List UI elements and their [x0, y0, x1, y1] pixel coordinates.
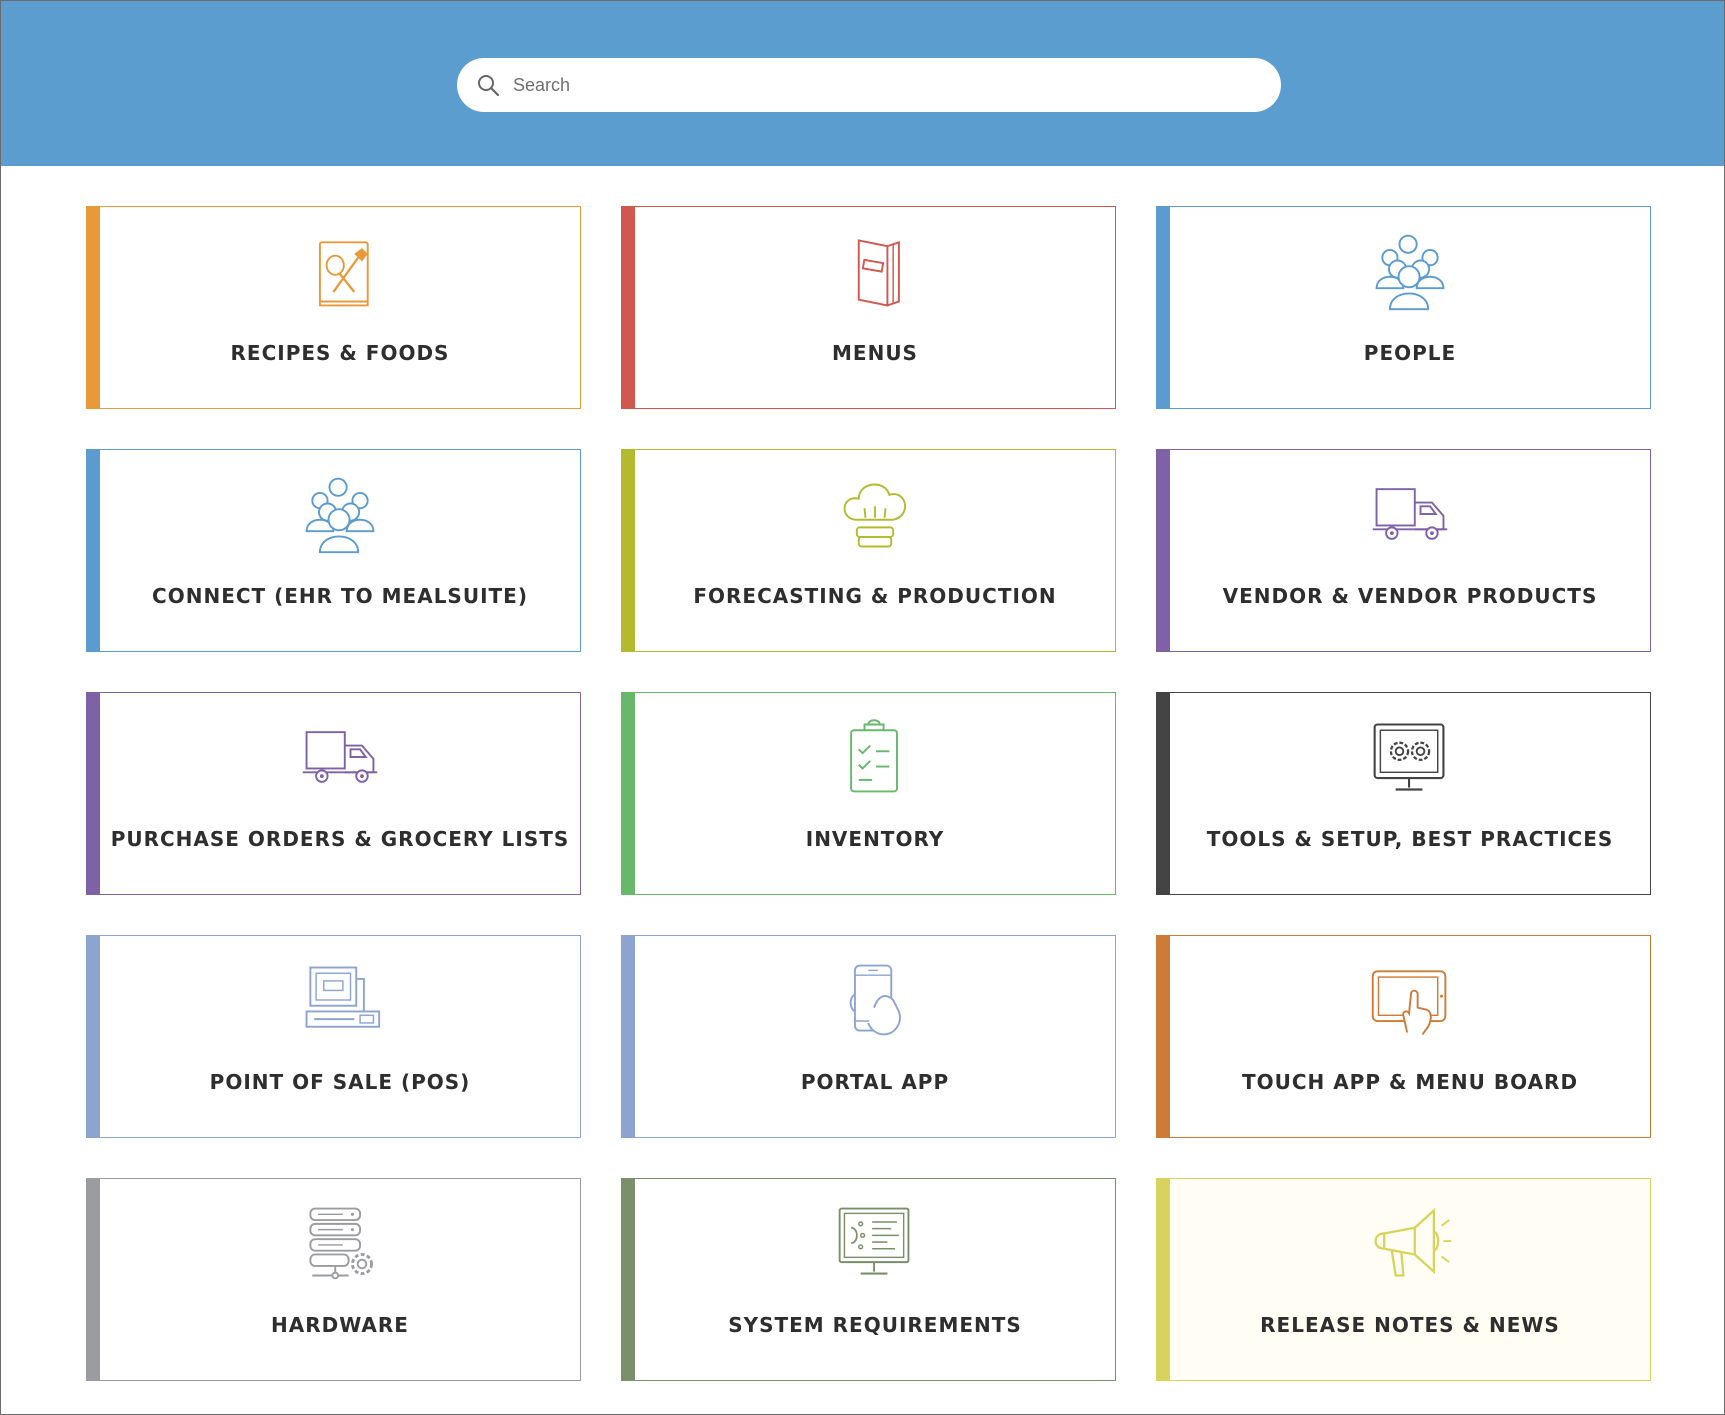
category-card-menus[interactable]: MENUS — [621, 206, 1116, 409]
search-bar[interactable] — [457, 58, 1281, 112]
monitor-code-icon — [635, 1203, 1115, 1283]
tablet-touch-icon — [1170, 960, 1650, 1040]
search-icon — [475, 72, 501, 98]
category-card-people[interactable]: PEOPLE — [1156, 206, 1651, 409]
chef-hat-icon — [635, 474, 1115, 554]
category-label: RECIPES & FOODS — [230, 341, 450, 365]
page: RECIPES & FOODS MENUS PEOPLE CONNECT (EH… — [0, 0, 1725, 1415]
category-card-portal-app[interactable]: PORTAL APP — [621, 935, 1116, 1138]
category-label: FORECASTING & PRODUCTION — [693, 584, 1057, 608]
category-label: TOOLS & SETUP, BEST PRACTICES — [1206, 827, 1614, 851]
category-label: TOUCH APP & MENU BOARD — [1241, 1070, 1579, 1094]
delivery-truck-icon — [1170, 474, 1650, 554]
people-group-icon — [1170, 231, 1650, 311]
category-label: CONNECT (EHR TO MEALSUITE) — [152, 584, 528, 608]
header-banner — [1, 1, 1724, 166]
category-card-system-requirements[interactable]: SYSTEM REQUIREMENTS — [621, 1178, 1116, 1381]
category-card-recipes-foods[interactable]: RECIPES & FOODS — [86, 206, 581, 409]
people-group-icon — [100, 474, 580, 554]
category-label: INVENTORY — [805, 827, 945, 851]
monitor-gears-icon — [1170, 717, 1650, 797]
category-label: MENUS — [832, 341, 918, 365]
delivery-truck-icon — [100, 717, 580, 797]
category-grid: RECIPES & FOODS MENUS PEOPLE CONNECT (EH… — [86, 206, 1651, 1381]
category-label: PURCHASE ORDERS & GROCERY LISTS — [110, 827, 570, 851]
recipe-book-icon — [100, 231, 580, 311]
menu-book-icon — [635, 231, 1115, 311]
category-card-point-of-sale-pos[interactable]: POINT OF SALE (POS) — [86, 935, 581, 1138]
category-card-forecasting-production[interactable]: FORECASTING & PRODUCTION — [621, 449, 1116, 652]
category-card-tools-setup-best-practices[interactable]: TOOLS & SETUP, BEST PRACTICES — [1156, 692, 1651, 895]
category-label: PEOPLE — [1363, 341, 1457, 365]
server-gear-icon — [100, 1203, 580, 1283]
megaphone-icon — [1170, 1203, 1650, 1283]
category-label: HARDWARE — [271, 1313, 409, 1337]
phone-hand-icon — [635, 960, 1115, 1040]
pos-register-icon — [100, 960, 580, 1040]
category-card-vendor-vendor-products[interactable]: VENDOR & VENDOR PRODUCTS — [1156, 449, 1651, 652]
category-card-purchase-orders-grocery-lists[interactable]: PURCHASE ORDERS & GROCERY LISTS — [86, 692, 581, 895]
clipboard-checklist-icon — [635, 717, 1115, 797]
search-input[interactable] — [511, 64, 1235, 106]
category-label: RELEASE NOTES & NEWS — [1260, 1313, 1560, 1337]
category-label: POINT OF SALE (POS) — [209, 1070, 471, 1094]
category-label: PORTAL APP — [800, 1070, 950, 1094]
category-card-connect-ehr-to-mealsuite[interactable]: CONNECT (EHR TO MEALSUITE) — [86, 449, 581, 652]
category-label: VENDOR & VENDOR PRODUCTS — [1222, 584, 1598, 608]
category-card-inventory[interactable]: INVENTORY — [621, 692, 1116, 895]
category-label: SYSTEM REQUIREMENTS — [728, 1313, 1022, 1337]
category-card-hardware[interactable]: HARDWARE — [86, 1178, 581, 1381]
category-card-release-notes-news[interactable]: RELEASE NOTES & NEWS — [1156, 1178, 1651, 1381]
category-card-touch-app-menu-board[interactable]: TOUCH APP & MENU BOARD — [1156, 935, 1651, 1138]
